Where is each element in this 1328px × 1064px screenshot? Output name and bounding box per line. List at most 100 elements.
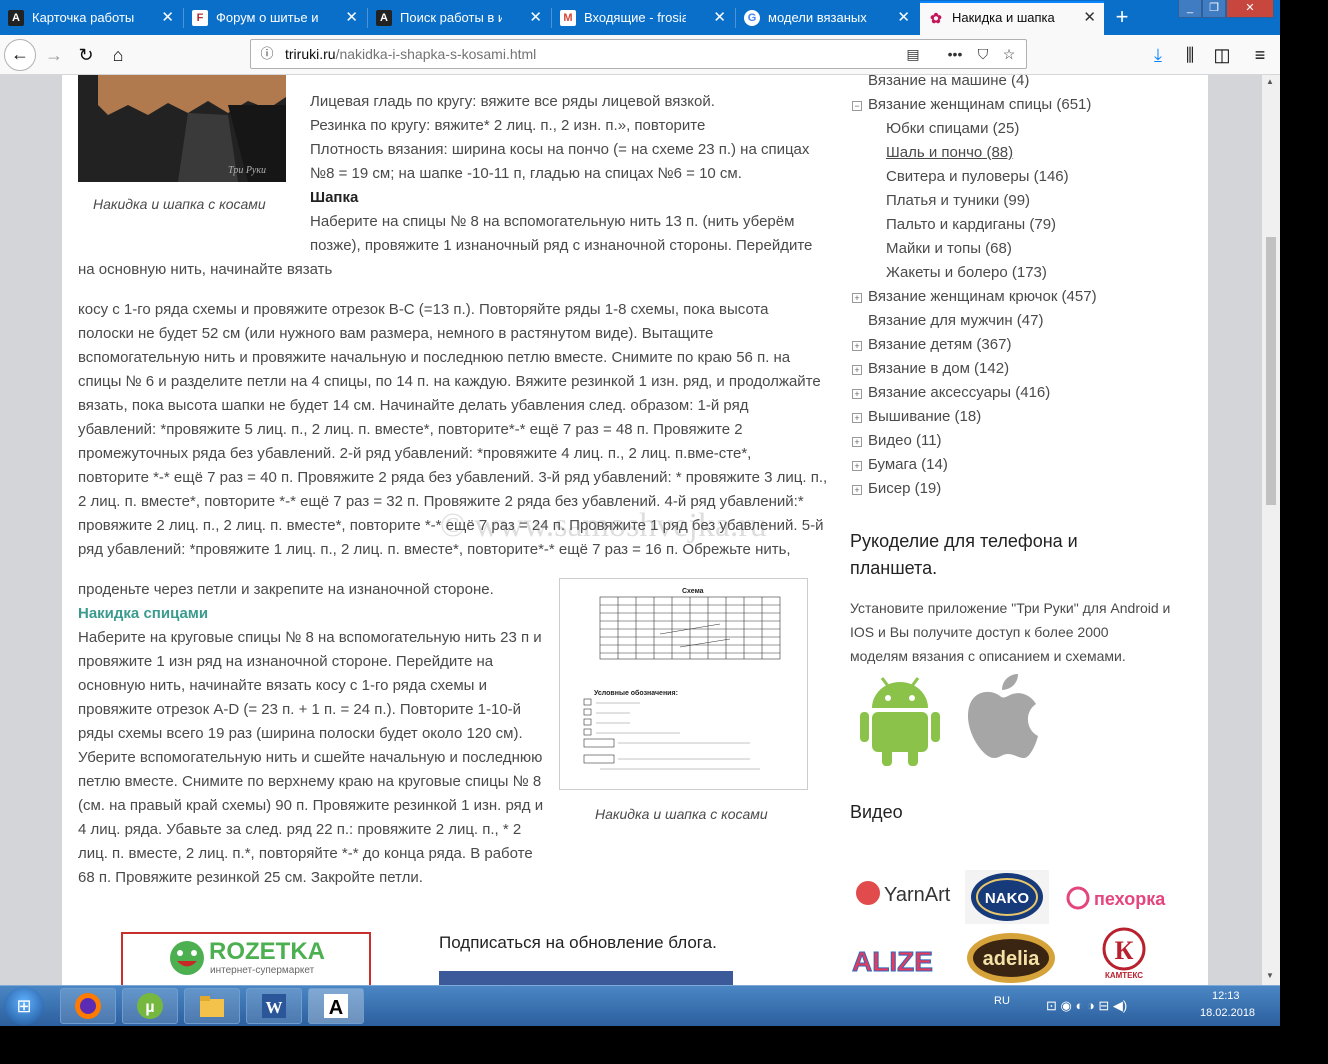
mobile-heading: Рукоделие для телефона и — [850, 531, 1078, 551]
sidebar-category-item[interactable]: Пальто и кардиганы (79) — [886, 216, 1056, 233]
info-icon[interactable]: ⓘ — [257, 44, 277, 64]
paragraph-line: полоски не будет 52 см (или нужного вам … — [78, 325, 714, 342]
close-icon[interactable]: ✕ — [897, 3, 910, 33]
paragraph-line: провяжите 1 изн ряд на изнаночной сторон… — [78, 653, 494, 670]
clock-date[interactable]: 18.02.2018 — [1200, 1007, 1255, 1019]
sidebar-category-item[interactable]: Платья и туники (99) — [886, 192, 1030, 209]
sidebar-category-item[interactable]: + Бисер (19) — [852, 480, 941, 497]
subscribe-box[interactable] — [439, 971, 733, 985]
svg-text:adelia: adelia — [983, 948, 1041, 970]
start-button[interactable]: ⊞ — [4, 987, 44, 1025]
svg-text:Три Руки: Три Руки — [228, 165, 266, 176]
expand-icon[interactable]: + — [852, 389, 862, 399]
more-actions-icon[interactable]: ••• — [945, 44, 965, 64]
sidebar-category-label: Вязание женщинам крючок (457) — [868, 288, 1097, 305]
tab-1[interactable]: A Карточка работы #1679 ✕ — [0, 3, 182, 33]
pocket-icon[interactable]: ⛉ — [973, 44, 993, 64]
sidebar-category-item[interactable]: Майки и топы (68) — [886, 240, 1012, 257]
brand-logo-pekhorka[interactable]: пехорка — [1066, 883, 1178, 913]
expand-icon[interactable]: + — [852, 341, 862, 351]
sidebar-category-item[interactable]: + Вязание детям (367) — [852, 336, 1012, 353]
sidebar-category-item[interactable]: Свитера и пуловеры (146) — [886, 168, 1069, 185]
close-icon[interactable]: ✕ — [161, 3, 174, 33]
sidebar-category-item[interactable]: Юбки спицами (25) — [886, 120, 1019, 137]
sidebar-category-item[interactable]: + Вязание в дом (142) — [852, 360, 1010, 377]
apple-icon[interactable] — [962, 672, 1038, 762]
app-a-taskbar-icon[interactable]: A — [308, 988, 364, 1024]
back-button[interactable]: ← — [4, 39, 36, 71]
sidebar-category-item[interactable]: − Вязание женщинам спицы (651) — [852, 96, 1091, 113]
scrollbar[interactable]: ▲ ▼ — [1262, 75, 1280, 985]
android-icon[interactable] — [858, 672, 942, 768]
reader-view-icon[interactable]: ▤ — [903, 44, 923, 64]
sidebar-category-item[interactable]: + Вязание женщинам крючок (457) — [852, 288, 1097, 305]
forward-button[interactable]: → — [40, 41, 68, 69]
library-icon[interactable]: ⫼ — [1176, 41, 1204, 69]
brand-logo-kamteks[interactable]: К КАМТЕКС — [1094, 927, 1154, 980]
schema-title: Схема — [682, 588, 704, 595]
tab-5[interactable]: G модели вязаных пончо ✕ — [736, 3, 918, 33]
home-icon[interactable]: ⌂ — [104, 41, 132, 69]
expand-icon[interactable]: + — [852, 293, 862, 303]
tray-icons[interactable]: ⊡ ◉ ◐ ◑ ⊟ ◀) — [1046, 998, 1127, 1014]
sidebar-category-item[interactable]: Шаль и пончо (88) — [886, 144, 1013, 161]
collapse-icon[interactable]: − — [852, 101, 862, 111]
brand-logo-adelia[interactable]: adelia — [966, 932, 1056, 984]
svg-text:µ: µ — [145, 999, 154, 1016]
maximize-button[interactable]: ❐ — [1202, 0, 1226, 18]
subscribe-heading: Подписаться на обновление блога. — [439, 933, 717, 952]
expand-icon[interactable]: + — [852, 461, 862, 471]
rozetka-smile-icon — [170, 941, 204, 975]
close-icon[interactable]: ✕ — [345, 3, 358, 33]
close-icon[interactable]: ✕ — [529, 3, 542, 33]
menu-icon[interactable]: ≡ — [1246, 41, 1274, 69]
rozetka-banner[interactable]: ROZETKA интернет-супермаркет — [121, 932, 371, 985]
brand-logo-nako[interactable]: NAKO — [965, 870, 1049, 924]
tab-3[interactable]: A Поиск работы в интернете ✕ — [368, 3, 550, 33]
word-taskbar-icon[interactable]: W — [246, 988, 302, 1024]
brand-logo-alize[interactable]: ALIZE — [850, 943, 960, 978]
scroll-up-arrow[interactable]: ▲ — [1266, 77, 1274, 86]
sidebar-category-item[interactable]: + Вышивание (18) — [852, 408, 981, 425]
svg-text:К: К — [1115, 936, 1134, 965]
sidebar-category-label: Платья и туники (99) — [886, 192, 1031, 209]
clock-time[interactable]: 12:13 — [1212, 990, 1240, 1002]
sidebar-category-item[interactable]: Жакеты и болеро (173) — [886, 264, 1047, 281]
minimize-button[interactable]: _ — [1178, 0, 1202, 18]
url-bar[interactable]: ⓘ triruki.ru/nakidka-i-shapka-s-kosami.h… — [250, 39, 1027, 69]
photo-cape-and-hat: Три Руки — [78, 75, 286, 182]
close-window-button[interactable]: ✕ — [1226, 0, 1274, 18]
sidebar-category-label: Вязание детям (367) — [868, 336, 1012, 353]
close-icon[interactable]: ✕ — [713, 3, 726, 33]
scroll-down-arrow[interactable]: ▼ — [1266, 971, 1274, 980]
tab-6-active[interactable]: ✿ Накидка и шапка с косами ✕ — [920, 1, 1104, 35]
expand-icon[interactable]: + — [852, 437, 862, 447]
sidebar-category-label: Вязание в дом (142) — [868, 360, 1010, 377]
close-icon[interactable]: ✕ — [1083, 3, 1096, 33]
scrollbar-thumb[interactable] — [1266, 237, 1276, 505]
tab-4[interactable]: M Входящие - frosia853@ ✕ — [552, 3, 734, 33]
utorrent-taskbar-icon[interactable]: µ — [122, 988, 178, 1024]
expand-icon[interactable]: + — [852, 413, 862, 423]
sidebar-icon[interactable]: ◫ — [1208, 41, 1236, 69]
schema-image[interactable]: Схема Условные обозначения: — [559, 578, 808, 790]
language-indicator[interactable]: RU — [994, 995, 1010, 1007]
explorer-taskbar-icon[interactable] — [184, 988, 240, 1024]
expand-icon[interactable]: + — [852, 485, 862, 495]
sidebar-category-item[interactable]: + Видео (11) — [852, 432, 942, 449]
brand-logo-yarnart[interactable]: YarnArt — [854, 875, 954, 911]
video-heading: Видео — [850, 802, 903, 822]
reload-button[interactable]: ↻ — [72, 41, 100, 69]
bookmark-star-icon[interactable]: ☆ — [999, 44, 1019, 64]
sidebar-category-item[interactable]: Вязание для мужчин (47) — [868, 312, 1043, 329]
firefox-taskbar-icon[interactable] — [60, 988, 116, 1024]
sidebar-category-item[interactable]: Вязание на машине (4) — [868, 75, 1029, 89]
tab-2[interactable]: F Форум о шитье и рукоделии ✕ — [184, 3, 366, 33]
download-icon[interactable]: ⤓ — [1144, 41, 1172, 69]
sidebar-category-item[interactable]: + Бумага (14) — [852, 456, 948, 473]
tab-label: Поиск работы в интернете — [400, 10, 502, 25]
sidebar-category-item[interactable]: + Вязание аксессуары (416) — [852, 384, 1050, 401]
expand-icon[interactable]: + — [852, 365, 862, 375]
url-text[interactable]: triruki.ru/nakidka-i-shapka-s-kosami.htm… — [285, 46, 536, 62]
new-tab-button[interactable]: + — [1110, 3, 1134, 31]
